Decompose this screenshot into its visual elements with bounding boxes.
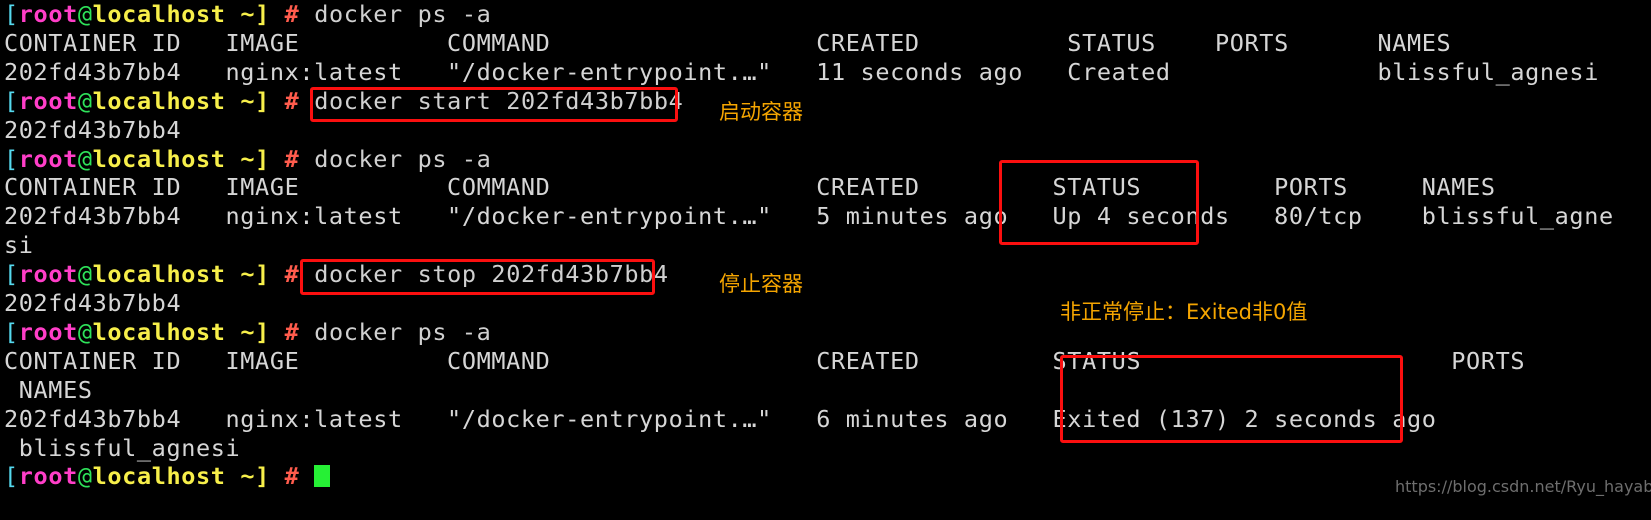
terminal-output-text: CONTAINER ID IMAGE COMMAND CREATED STATU… <box>4 346 1526 375</box>
prompt-open-bracket: [ <box>4 317 19 346</box>
terminal-output-text: 202fd43b7bb4 nginx:latest "/docker-entry… <box>4 57 1599 86</box>
prompt-host: localhost <box>92 0 226 28</box>
prompt-cwd: ~] <box>225 317 270 346</box>
annotation-abnormal-exit: 非正常停止：Exited非0值 <box>1060 300 1308 324</box>
terminal-output-line: 202fd43b7bb4 <box>4 116 181 145</box>
watermark-url: https://blog.csdn.net/Ryu_hayabusa <box>1395 477 1651 496</box>
terminal-screenshot: [root@localhost ~] # docker ps -a CONTAIN… <box>0 0 1651 520</box>
terminal-command: docker start 202fd43b7bb4 <box>314 86 684 115</box>
terminal-command: docker ps -a <box>314 144 492 173</box>
prompt-host: localhost <box>92 86 226 115</box>
annotation-start-container: 启动容器 <box>719 100 803 124</box>
terminal-output-line: 202fd43b7bb4 nginx:latest "/docker-entry… <box>4 58 1599 87</box>
terminal-output-line: blissful_agnesi <box>4 434 240 463</box>
prompt-hash-symbol: # <box>284 317 300 346</box>
prompt-at-symbol: @ <box>77 260 93 289</box>
terminal-output-text: 202fd43b7bb4 nginx:latest "/docker-entry… <box>4 404 1437 433</box>
prompt-open-bracket: [ <box>4 144 19 173</box>
terminal-prompt-line: [root@localhost ~] # docker ps -a <box>4 0 491 29</box>
terminal-output-text: 202fd43b7bb4 nginx:latest "/docker-entry… <box>4 202 1614 231</box>
terminal-output-line: NAMES <box>4 376 93 405</box>
prompt-space-2 <box>299 0 314 28</box>
prompt-user: root <box>18 462 78 491</box>
terminal-command: docker ps -a <box>314 317 492 346</box>
prompt-space-2 <box>299 462 314 490</box>
prompt-at-symbol: @ <box>77 462 93 491</box>
prompt-space-2 <box>299 87 314 115</box>
prompt-user: root <box>18 317 78 346</box>
prompt-hash-symbol: # <box>284 260 300 289</box>
prompt-cwd: ~] <box>225 462 270 491</box>
prompt-at-symbol: @ <box>77 317 93 346</box>
terminal-output-text: CONTAINER ID IMAGE COMMAND CREATED STATU… <box>4 173 1496 202</box>
prompt-space-2 <box>299 318 314 346</box>
prompt-cwd: ~] <box>225 260 270 289</box>
prompt-open-bracket: [ <box>4 86 19 115</box>
prompt-hash-symbol: # <box>284 462 300 491</box>
terminal-prompt-line: [root@localhost ~] # <box>4 462 330 491</box>
terminal-output-line: 202fd43b7bb4 <box>4 289 181 318</box>
terminal-output-area[interactable]: [root@localhost ~] # docker ps -a CONTAIN… <box>0 0 1651 520</box>
prompt-user: root <box>18 0 78 28</box>
prompt-open-bracket: [ <box>4 462 19 491</box>
prompt-host: localhost <box>92 144 226 173</box>
prompt-at-symbol: @ <box>77 0 93 28</box>
terminal-output-line: 202fd43b7bb4 nginx:latest "/docker-entry… <box>4 405 1437 434</box>
prompt-host: localhost <box>92 462 226 491</box>
terminal-prompt-line: [root@localhost ~] # docker start 202fd4… <box>4 87 683 116</box>
terminal-output-text: 202fd43b7bb4 <box>4 115 182 144</box>
prompt-at-symbol: @ <box>77 144 93 173</box>
prompt-cwd: ~] <box>225 0 270 28</box>
terminal-output-text: 202fd43b7bb4 <box>4 289 182 317</box>
prompt-space-2 <box>299 145 314 173</box>
prompt-host: localhost <box>92 317 226 346</box>
prompt-hash-symbol: # <box>284 86 300 115</box>
terminal-command: docker ps -a <box>314 0 492 28</box>
prompt-space-2 <box>299 260 314 288</box>
terminal-output-text: CONTAINER ID IMAGE COMMAND CREATED STATU… <box>4 28 1452 57</box>
terminal-prompt-line: [root@localhost ~] # docker ps -a <box>4 318 491 347</box>
prompt-cwd: ~] <box>225 144 270 173</box>
annotation-stop-container: 停止容器 <box>719 272 803 296</box>
terminal-cursor[interactable] <box>314 465 330 488</box>
terminal-output-text: blissful_agnesi <box>4 433 241 462</box>
terminal-output-line: si <box>4 231 34 260</box>
terminal-output-line: CONTAINER ID IMAGE COMMAND CREATED STATU… <box>4 29 1451 58</box>
terminal-output-line: 202fd43b7bb4 nginx:latest "/docker-entry… <box>4 202 1614 231</box>
terminal-command: docker stop 202fd43b7bb4 <box>314 260 669 289</box>
terminal-output-line: CONTAINER ID IMAGE COMMAND CREATED STATU… <box>4 347 1525 376</box>
prompt-user: root <box>18 144 78 173</box>
prompt-cwd: ~] <box>225 86 270 115</box>
terminal-output-text: si <box>4 231 34 260</box>
prompt-open-bracket: [ <box>4 0 19 28</box>
prompt-host: localhost <box>92 260 226 289</box>
prompt-open-bracket: [ <box>4 260 19 289</box>
prompt-hash-symbol: # <box>284 0 300 28</box>
terminal-output-text: NAMES <box>4 375 93 404</box>
terminal-prompt-line: [root@localhost ~] # docker ps -a <box>4 145 491 174</box>
terminal-prompt-line: [root@localhost ~] # docker stop 202fd43… <box>4 260 669 289</box>
prompt-hash-symbol: # <box>284 144 300 173</box>
terminal-output-line: CONTAINER ID IMAGE COMMAND CREATED STATU… <box>4 173 1496 202</box>
prompt-at-symbol: @ <box>77 86 93 115</box>
prompt-user: root <box>18 86 78 115</box>
prompt-user: root <box>18 260 78 289</box>
